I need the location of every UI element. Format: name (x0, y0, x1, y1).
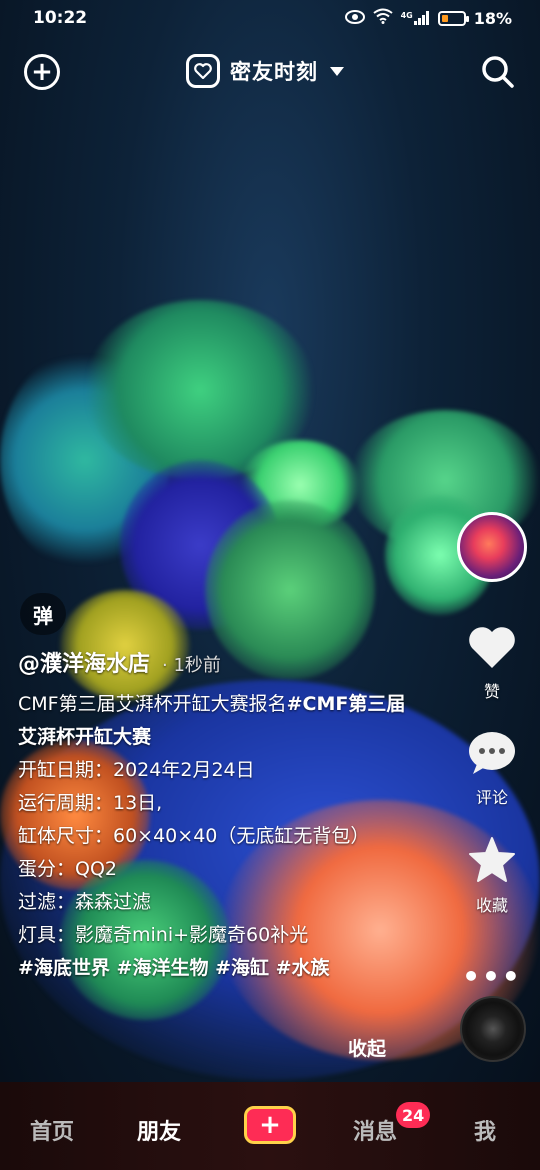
nav-me[interactable]: 我 (474, 1114, 496, 1146)
comment-button[interactable]: 评论 (467, 730, 517, 808)
title-dropdown[interactable]: 密友时刻 (186, 54, 344, 88)
chevron-down-icon (330, 66, 344, 76)
heart-camera-icon (186, 54, 220, 88)
battery-icon (437, 10, 469, 26)
top-bar: + 密友时刻 (0, 50, 540, 94)
nav-friends[interactable]: 朋友 (137, 1114, 181, 1146)
post-description: CMF第三届艾湃杯开缸大赛报名#CMF第三届艾湃杯开缸大赛 开缸日期：2024年… (18, 688, 418, 985)
comment-label: 评论 (475, 788, 508, 807)
detail-line: 蛋分：QQ2 (18, 858, 117, 880)
heart-icon (467, 624, 517, 674)
like-button[interactable]: 赞 (467, 624, 517, 702)
wifi-icon (372, 8, 393, 28)
comment-icon (467, 730, 517, 780)
search-icon[interactable] (480, 54, 516, 90)
music-disc-icon[interactable] (460, 996, 526, 1062)
danmu-toggle-icon[interactable]: 弹 (20, 593, 66, 635)
collapse-button[interactable]: 收起 (348, 1034, 386, 1061)
detail-line: 灯具：影魔奇mini+影魔奇60补光 (18, 924, 309, 946)
signal-icon: 4G (401, 11, 430, 25)
bottom-nav: 首页 朋友 + 消息 24 我 (0, 1082, 540, 1170)
status-icons: 4G 18% (344, 8, 512, 28)
plus-circle-icon[interactable]: + (24, 54, 60, 90)
avatar[interactable] (457, 512, 527, 582)
post-time: · 1秒前 (162, 655, 221, 676)
action-column: 赞 评论 收藏 ••• (456, 512, 528, 993)
author-name[interactable]: @濮洋海水店 (18, 646, 150, 678)
description-prefix: CMF第三届艾湃杯开缸大赛报名 (18, 693, 287, 715)
nav-home[interactable]: 首页 (30, 1114, 74, 1146)
battery-percent: 18% (473, 8, 512, 28)
status-time: 10:22 (33, 8, 88, 28)
detail-line: 运行周期：13日, (18, 792, 163, 814)
page-title: 密友时刻 (230, 60, 318, 84)
post-caption: @濮洋海水店 · 1秒前 CMF第三届艾湃杯开缸大赛报名#CMF第三届艾湃杯开缸… (18, 646, 418, 985)
author-row: @濮洋海水店 · 1秒前 (18, 646, 418, 678)
publish-button[interactable]: + (244, 1106, 296, 1144)
status-bar: 10:22 4G 18% (0, 0, 540, 38)
hashtags[interactable]: #海底世界 #海洋生物 #海缸 #水族 (18, 952, 418, 985)
messages-badge: 24 (396, 1102, 431, 1128)
favorite-button[interactable]: 收藏 (467, 836, 517, 916)
detail-line: 缸体尺寸：60×40×40（无底缸无背包） (18, 825, 370, 847)
detail-line: 过滤：森森过滤 (18, 891, 152, 913)
star-icon (467, 836, 517, 888)
eye-icon (344, 9, 365, 28)
like-label: 赞 (483, 682, 500, 701)
network-label: 4G (400, 11, 413, 20)
nav-messages[interactable]: 消息 (353, 1114, 397, 1146)
more-icon[interactable]: ••• (462, 960, 522, 993)
favorite-label: 收藏 (475, 896, 508, 915)
detail-line: 开缸日期：2024年2月24日 (18, 759, 255, 781)
